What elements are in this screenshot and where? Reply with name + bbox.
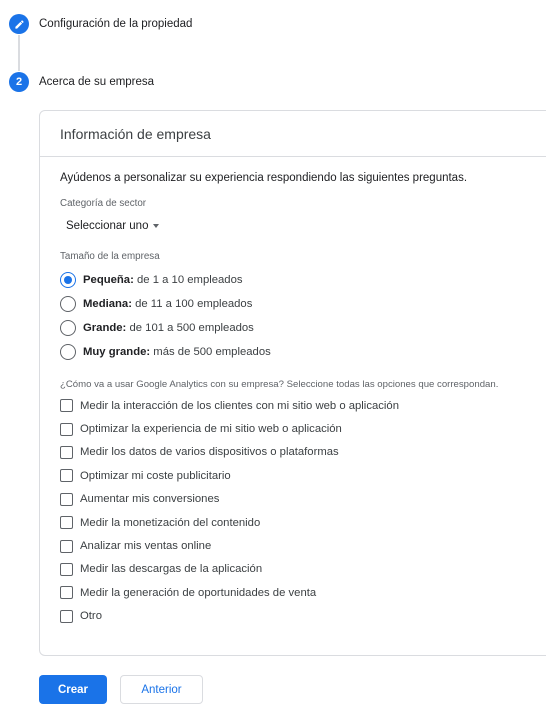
step-about-business: 2 Acerca de su empresa <box>9 72 154 92</box>
option-desc: de 101 a 500 empleados <box>126 322 254 334</box>
option-title: Mediana: <box>83 298 132 310</box>
usage-option[interactable]: Optimizar mi coste publicitario <box>60 464 546 487</box>
size-option-large[interactable]: Grande: de 101 a 500 empleados <box>60 316 546 340</box>
radio-button[interactable] <box>60 296 76 312</box>
usage-option[interactable]: Optimizar la experiencia de mi sitio web… <box>60 417 546 440</box>
card-title: Información de empresa <box>40 111 546 157</box>
option-label: Medir la monetización del contenido <box>80 516 261 529</box>
create-button[interactable]: Crear <box>39 675 107 704</box>
radio-button[interactable] <box>60 320 76 336</box>
card-intro: Ayúdenos a personalizar su experiencia r… <box>60 172 468 184</box>
back-button[interactable]: Anterior <box>120 675 203 704</box>
usage-option[interactable]: Aumentar mis conversiones <box>60 488 546 511</box>
usage-option[interactable]: Medir la generación de oportunidades de … <box>60 581 546 604</box>
option-label: Medir los datos de varios dispositivos o… <box>80 446 339 459</box>
caret-down-icon <box>153 224 160 228</box>
size-label: Tamaño de la empresa <box>60 251 160 262</box>
usage-option[interactable]: Medir la interacción de los clientes con… <box>60 394 546 417</box>
option-title: Muy grande: <box>83 346 151 358</box>
usage-checkbox-group: Medir la interacción de los clientes con… <box>60 394 546 628</box>
sector-select-value: Seleccionar uno <box>66 220 149 232</box>
option-label: Optimizar la experiencia de mi sitio web… <box>80 423 342 436</box>
radio-button[interactable] <box>60 344 76 360</box>
option-title: Grande: <box>83 322 127 334</box>
option-desc: más de 500 empleados <box>150 346 271 358</box>
checkbox[interactable] <box>60 399 73 413</box>
option-desc: de 11 a 100 empleados <box>131 298 253 310</box>
sector-select[interactable]: Seleccionar uno <box>66 220 160 232</box>
usage-question: ¿Cómo va a usar Google Analytics con su … <box>60 379 499 390</box>
size-option-very-large[interactable]: Muy grande: más de 500 empleados <box>60 340 546 364</box>
business-info-card: Información de empresa Ayúdenos a person… <box>39 110 546 656</box>
option-label: Medir la generación de oportunidades de … <box>80 586 317 599</box>
checkbox[interactable] <box>60 562 73 576</box>
option-label: Medir la interacción de los clientes con… <box>80 399 399 412</box>
option-title: Pequeña: <box>83 274 134 286</box>
checkbox[interactable] <box>60 586 73 600</box>
sector-label: Categoría de sector <box>60 198 147 209</box>
checkbox[interactable] <box>60 445 73 459</box>
option-desc: de 1 a 10 empleados <box>133 274 243 286</box>
option-label: Optimizar mi coste publicitario <box>80 469 231 482</box>
pencil-icon <box>9 14 29 34</box>
checkbox[interactable] <box>60 539 73 553</box>
step-property-setup[interactable]: Configuración de la propiedad <box>9 14 192 34</box>
step-label: Configuración de la propiedad <box>39 18 193 30</box>
option-label: Aumentar mis conversiones <box>80 493 220 506</box>
option-label: Analizar mis ventas online <box>80 540 212 553</box>
step-number: 2 <box>9 72 29 92</box>
usage-option[interactable]: Medir los datos de varios dispositivos o… <box>60 441 546 464</box>
checkbox[interactable] <box>60 469 73 483</box>
checkbox[interactable] <box>60 609 73 623</box>
step-connector <box>18 35 20 71</box>
size-radio-group: Pequeña: de 1 a 10 empleados Mediana: de… <box>60 268 546 364</box>
option-label: Medir las descargas de la aplicación <box>80 563 263 576</box>
usage-option[interactable]: Medir la monetización del contenido <box>60 511 546 534</box>
size-option-medium[interactable]: Mediana: de 11 a 100 empleados <box>60 292 546 316</box>
usage-option[interactable]: Medir las descargas de la aplicación <box>60 558 546 581</box>
usage-option[interactable]: Otro <box>60 605 546 628</box>
option-label: Otro <box>80 610 102 623</box>
size-option-small[interactable]: Pequeña: de 1 a 10 empleados <box>60 268 546 292</box>
checkbox[interactable] <box>60 516 73 530</box>
checkbox[interactable] <box>60 422 73 436</box>
step-label: Acerca de su empresa <box>39 76 155 88</box>
checkbox[interactable] <box>60 492 73 506</box>
usage-option[interactable]: Analizar mis ventas online <box>60 534 546 557</box>
radio-button[interactable] <box>60 272 76 288</box>
